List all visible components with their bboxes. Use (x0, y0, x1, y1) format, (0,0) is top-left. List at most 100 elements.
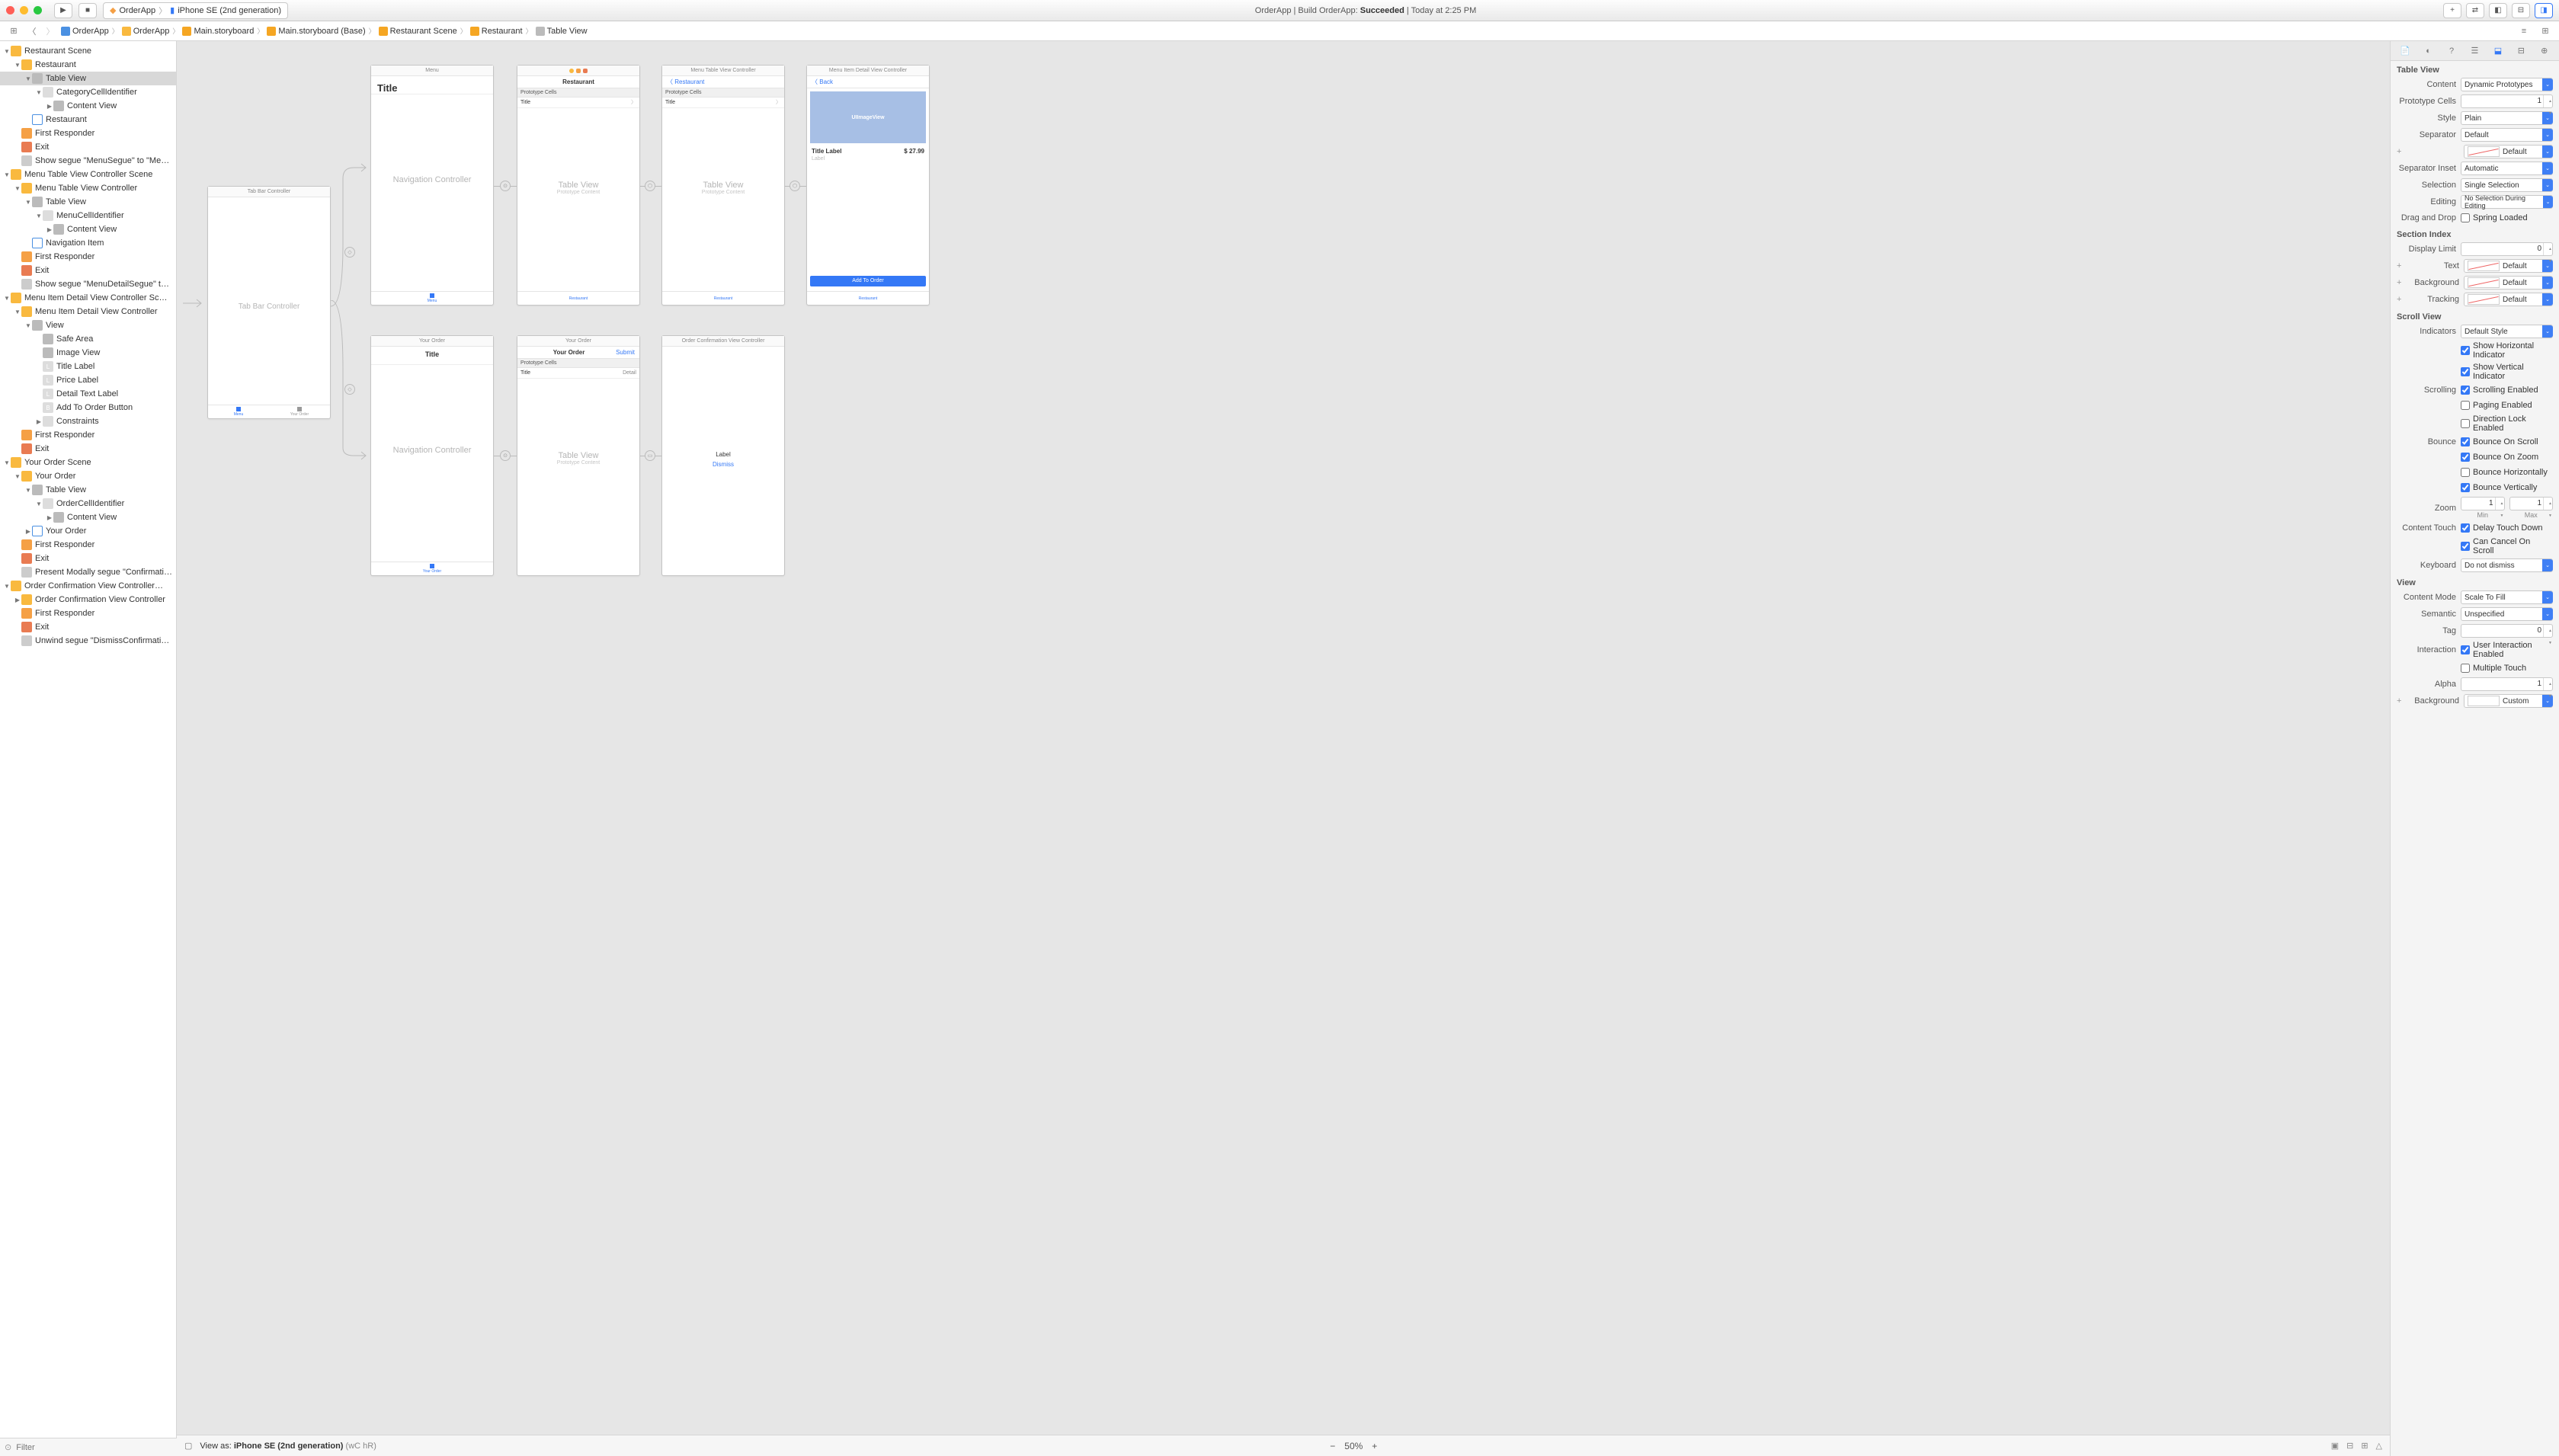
content-select[interactable]: Dynamic Prototypes⌄ (2461, 78, 2553, 91)
outline-row[interactable]: ▶Constraints (0, 414, 176, 428)
add-tab-button[interactable]: + (2443, 3, 2461, 18)
content-mode-select[interactable]: Scale To Fill⌄ (2461, 590, 2553, 604)
direction-lock-checkbox[interactable]: Direction Lock Enabled (2461, 414, 2553, 433)
adjust-editor-button[interactable]: ≡ (2516, 24, 2532, 38)
outline-row[interactable]: ▼Your Order Scene (0, 456, 176, 469)
outline-row[interactable]: First Responder (0, 606, 176, 620)
bounce-scroll-checkbox[interactable]: Bounce On Scroll (2461, 437, 2553, 446)
toggle-right-panel-button[interactable]: ◨ (2535, 3, 2553, 18)
crumb-storyboard[interactable]: Main.storyboard (182, 27, 254, 36)
multiple-touch-checkbox[interactable]: Multiple Touch (2461, 664, 2526, 673)
run-button[interactable]: ▶ (54, 3, 72, 18)
outline-row[interactable]: ▶<Your Order (0, 524, 176, 538)
storyboard-canvas[interactable]: Tab Bar Controller Tab Bar Controller Me… (177, 41, 2390, 1435)
outline-row[interactable]: ▶Content View (0, 222, 176, 236)
tag-stepper[interactable]: 0▲▼ (2461, 624, 2553, 638)
indicators-select[interactable]: Default Style⌄ (2461, 325, 2553, 338)
view-background-select[interactable]: Custom⌄ (2464, 694, 2553, 708)
bounce-horizontal-checkbox[interactable]: Bounce Horizontally (2461, 468, 2548, 477)
scene-menu-item-detail[interactable]: Menu Item Detail View Controller 〈 Back … (806, 65, 930, 306)
outline-row[interactable]: Image View (0, 346, 176, 360)
scene-nav-menu[interactable]: Menu Title Navigation Controller Menu (370, 65, 494, 306)
outline-row[interactable]: ▼MenuCellIdentifier (0, 209, 176, 222)
crumb-scene[interactable]: Restaurant Scene (379, 27, 457, 36)
zoom-min-stepper[interactable]: 1▲▼ (2461, 497, 2505, 510)
tracking-color-select[interactable]: Default⌄ (2464, 293, 2553, 306)
outline-row[interactable]: BAdd To Order Button (0, 401, 176, 414)
outline-row[interactable]: First Responder (0, 538, 176, 552)
scene-tab-bar-controller[interactable]: Tab Bar Controller Tab Bar Controller Me… (207, 186, 331, 419)
outline-row[interactable]: ▼Your Order (0, 469, 176, 483)
align-button[interactable]: ⊟ (2346, 1441, 2353, 1451)
outline-row[interactable]: First Responder (0, 428, 176, 442)
outline-row[interactable]: ▼Table View (0, 195, 176, 209)
outline-row[interactable]: LTitle Label (0, 360, 176, 373)
identity-inspector-tab[interactable]: ☰ (2468, 44, 2481, 58)
outline-row[interactable]: LPrice Label (0, 373, 176, 387)
outline-row[interactable]: ▼Menu Item Detail View Controller Sc… (0, 291, 176, 305)
device-config-icon[interactable]: ▢ (184, 1441, 192, 1451)
close-window-button[interactable] (6, 6, 14, 14)
alpha-stepper[interactable]: 1▲▼ (2461, 677, 2553, 691)
connections-inspector-tab[interactable]: ⊕ (2538, 44, 2551, 58)
outline-row[interactable]: ▼Restaurant Scene (0, 44, 176, 58)
display-limit-stepper[interactable]: 0▲▼ (2461, 242, 2553, 256)
outline-row[interactable]: <Navigation Item (0, 236, 176, 250)
scheme-selector[interactable]: ◆ OrderApp 〉 ▮ iPhone SE (2nd generation… (103, 2, 288, 19)
cancel-on-scroll-checkbox[interactable]: Can Cancel On Scroll (2461, 537, 2553, 555)
outline-row[interactable]: ▼CategoryCellIdentifier (0, 85, 176, 99)
outline-row[interactable]: ▼Menu Table View Controller Scene (0, 168, 176, 181)
history-inspector-tab[interactable]: ◐ (2422, 44, 2436, 58)
outline-row[interactable]: ▶Content View (0, 510, 176, 524)
scrolling-enabled-checkbox[interactable]: Scrolling Enabled (2461, 386, 2553, 395)
outline-row[interactable]: ▼Table View (0, 72, 176, 85)
outline-row[interactable]: ▼Menu Item Detail View Controller (0, 305, 176, 318)
code-review-button[interactable]: ⇄ (2466, 3, 2484, 18)
delay-touch-checkbox[interactable]: Delay Touch Down (2461, 523, 2553, 533)
scene-your-order[interactable]: Your Order Your OrderSubmit Prototype Ce… (517, 335, 640, 576)
outline-row[interactable]: Show segue "MenuSegue" to "Me… (0, 154, 176, 168)
outline-row[interactable]: Present Modally segue "Confirmati… (0, 565, 176, 579)
outline-row[interactable]: Exit (0, 140, 176, 154)
outline-row[interactable]: ▼Menu Table View Controller (0, 181, 176, 195)
outline-row[interactable]: Show segue "MenuDetailSegue" t… (0, 277, 176, 291)
attributes-inspector-tab[interactable]: ⬓ (2491, 44, 2505, 58)
show-vertical-checkbox[interactable]: Show Vertical Indicator (2461, 363, 2553, 381)
outline-row[interactable]: First Responder (0, 126, 176, 140)
view-as-label[interactable]: View as: iPhone SE (2nd generation) (wC … (200, 1442, 376, 1451)
outline-row[interactable]: ▼Restaurant (0, 58, 176, 72)
zoom-in-button[interactable]: + (1372, 1441, 1377, 1451)
add-view-bg-button[interactable]: + (2397, 696, 2404, 706)
embed-in-button[interactable]: ▣ (2331, 1441, 2339, 1451)
crumb-tableview[interactable]: Table View (536, 27, 588, 36)
outline-filter-input[interactable] (16, 1443, 172, 1452)
outline-row[interactable]: LDetail Text Label (0, 387, 176, 401)
toggle-bottom-panel-button[interactable]: ⊟ (2512, 3, 2530, 18)
toggle-left-panel-button[interactable]: ◧ (2489, 3, 2507, 18)
separator-select[interactable]: Default⌄ (2461, 128, 2553, 142)
outline-row[interactable]: ▼OrderCellIdentifier (0, 497, 176, 510)
outline-row[interactable]: ▼Table View (0, 483, 176, 497)
style-select[interactable]: Plain⌄ (2461, 111, 2553, 125)
scene-nav-order[interactable]: Your Order Title Navigation Controller Y… (370, 335, 494, 576)
spring-loaded-checkbox[interactable]: Spring Loaded (2461, 213, 2553, 222)
add-bg-color-button[interactable]: + (2397, 278, 2404, 287)
back-button[interactable]: 〈 (24, 24, 40, 38)
size-inspector-tab[interactable]: ⊟ (2514, 44, 2528, 58)
outline-row[interactable]: Exit (0, 552, 176, 565)
document-outline[interactable]: ▼Restaurant Scene▼Restaurant▼Table View▼… (0, 41, 177, 1438)
outline-row[interactable]: ▼View (0, 318, 176, 332)
bounce-zoom-checkbox[interactable]: Bounce On Zoom (2461, 453, 2538, 462)
bounce-vertical-checkbox[interactable]: Bounce Vertically (2461, 483, 2537, 492)
separator-inset-select[interactable]: Automatic⌄ (2461, 162, 2553, 175)
separator-color-select[interactable]: Default⌄ (2464, 145, 2553, 158)
crumb-vc[interactable]: Restaurant (470, 27, 523, 36)
scene-restaurant[interactable]: Restaurant Prototype Cells Title〉 Table … (517, 65, 640, 306)
prototype-cells-stepper[interactable]: 1▲▼ (2461, 94, 2553, 108)
text-color-select[interactable]: Default⌄ (2464, 259, 2553, 273)
outline-row[interactable]: Exit (0, 264, 176, 277)
semantic-select[interactable]: Unspecified⌄ (2461, 607, 2553, 621)
zoom-max-stepper[interactable]: 1▲▼ (2509, 497, 2554, 510)
outline-row[interactable]: Exit (0, 620, 176, 634)
outline-row[interactable]: Exit (0, 442, 176, 456)
